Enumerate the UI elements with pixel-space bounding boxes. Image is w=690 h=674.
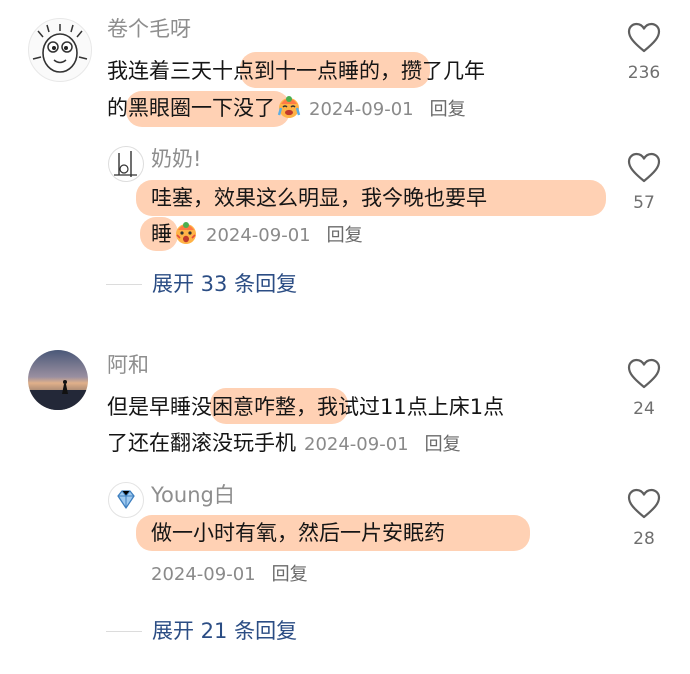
expand-replies-label: 展开 21 条回复: [152, 619, 298, 643]
comment-text: 但是早睡没困意咋整，我试过11点上床1点: [107, 395, 505, 419]
expand-replies-label: 展开 33 条回复: [152, 272, 298, 296]
avatar[interactable]: [28, 18, 92, 82]
username[interactable]: 阿和: [107, 352, 149, 378]
avatar[interactable]: [28, 350, 88, 410]
sketch-avatar-icon: [114, 151, 137, 177]
reply-button[interactable]: 回复: [430, 99, 466, 120]
comment-text: 了还在翻滚没玩手机: [107, 431, 296, 455]
like-button[interactable]: 28: [616, 488, 672, 550]
comment-text: 我连着三天十点到十一点睡的，攒了几年: [107, 59, 485, 83]
crying-laughing-face-icon: [277, 95, 301, 119]
reply-button[interactable]: 回复: [327, 225, 363, 246]
username[interactable]: 奶奶!: [151, 146, 201, 172]
heart-icon: [627, 22, 661, 53]
comment-text-line-2: 了还在翻滚没玩手机 2024-09-01 回复: [107, 428, 461, 460]
reply-button[interactable]: 回复: [425, 434, 461, 455]
heart-icon: [627, 358, 661, 389]
heart-icon: [627, 152, 661, 183]
reply-date: 2024-09-01: [206, 225, 311, 246]
avatar[interactable]: [108, 146, 144, 182]
avatar[interactable]: [108, 482, 144, 518]
divider: [106, 630, 142, 632]
comment-date: 2024-09-01: [304, 434, 409, 455]
sunset-avatar-icon: [28, 350, 88, 410]
heart-icon: [627, 488, 661, 519]
reply-text-line-2: 睡 2024-09-01 回复: [151, 219, 363, 251]
reply-text: 哇塞，效果这么明显，我今晚也要早: [151, 186, 487, 210]
like-count: 236: [627, 63, 661, 83]
doodle-face-avatar-icon: [32, 24, 88, 73]
username[interactable]: Young白: [151, 482, 235, 508]
expand-replies-button[interactable]: 展开 33 条回复: [106, 271, 297, 297]
reply-button[interactable]: 回复: [272, 564, 308, 585]
comment-date: 2024-09-01: [309, 99, 414, 120]
comment-text: 的黑眼圈一下没了: [107, 96, 275, 120]
reply-text: 做一小时有氧，然后一片安眠药: [151, 521, 445, 545]
reply-meta-line: 2024-09-01 回复: [143, 558, 308, 590]
diamond-avatar-icon: [117, 490, 135, 509]
like-count: 57: [633, 193, 655, 213]
like-button[interactable]: 24: [616, 358, 672, 420]
like-count: 24: [633, 399, 655, 419]
like-button[interactable]: 236: [616, 22, 672, 84]
like-count: 28: [633, 529, 655, 549]
divider: [106, 283, 142, 285]
reply-text: 睡: [151, 222, 172, 246]
comment-section: 卷个毛呀 我连着三天十点到十一点睡的，攒了几年 的黑眼圈一下没了 2024-09-…: [0, 0, 690, 674]
username[interactable]: 卷个毛呀: [107, 16, 191, 42]
shocked-face-icon: [174, 221, 198, 245]
comment-text-line-2: 的黑眼圈一下没了 2024-09-01 回复: [107, 93, 466, 125]
like-button[interactable]: 57: [616, 152, 672, 214]
expand-replies-button[interactable]: 展开 21 条回复: [106, 618, 297, 644]
reply-date: 2024-09-01: [151, 564, 256, 585]
